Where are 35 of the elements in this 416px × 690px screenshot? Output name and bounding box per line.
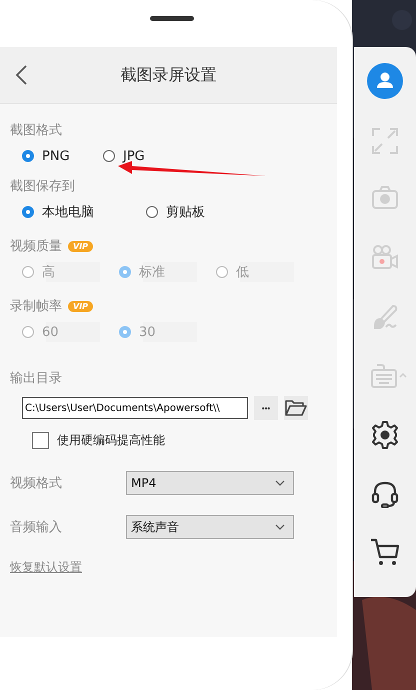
handle-bar	[150, 16, 194, 21]
caret-up-icon	[399, 372, 407, 378]
user-avatar-icon	[367, 63, 403, 99]
camera-icon	[372, 186, 398, 210]
video-camera-icon	[372, 244, 398, 269]
hardware-encoding-checkbox[interactable]: 使用硬编码提高性能	[32, 432, 337, 449]
brush-icon	[372, 304, 398, 330]
path-field[interactable]: C:\Users\User\Documents\Apowersoft\\	[22, 397, 248, 419]
vip-badge: VIP	[68, 240, 94, 252]
more-button[interactable]: •••	[254, 396, 278, 420]
folder-button[interactable]	[284, 396, 308, 420]
section-label: 输出目录	[10, 370, 62, 387]
vip-badge: VIP	[68, 300, 94, 312]
section-label: 截图保存到	[10, 178, 75, 195]
keyboard-icon	[371, 362, 397, 388]
folder-icon	[284, 398, 308, 418]
page-title: 截图录屏设置	[120, 64, 218, 86]
headset-icon	[371, 480, 399, 508]
expand-icon	[372, 128, 398, 154]
radio-option[interactable]: PNG	[22, 146, 103, 166]
settings-icon	[371, 420, 399, 449]
select-label: 视频格式	[10, 475, 63, 492]
section-label: 截图格式	[10, 122, 62, 139]
back-icon	[14, 64, 28, 86]
section-label: 视频质量	[10, 238, 62, 255]
dropdown[interactable]: MP4	[126, 471, 294, 495]
dropdown[interactable]: 系统声音	[126, 515, 294, 539]
cart-icon	[370, 538, 400, 566]
select-label: 音频输入	[10, 519, 63, 536]
radio-option[interactable]: JPG	[103, 146, 184, 166]
radio-option[interactable]: 本地电脑	[22, 202, 146, 222]
section-label: 录制帧率	[10, 298, 62, 315]
radio-option[interactable]: 剪贴板	[146, 202, 270, 222]
chevron-down-icon	[275, 480, 285, 486]
chevron-down-icon	[275, 524, 285, 530]
